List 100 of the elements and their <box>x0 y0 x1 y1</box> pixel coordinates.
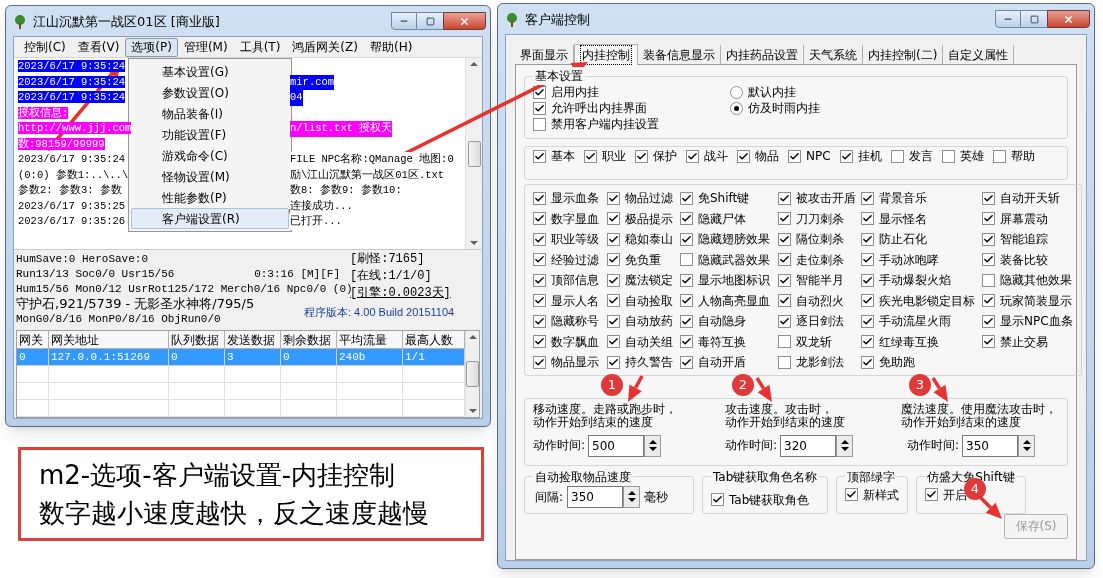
checkbox[interactable] <box>533 212 546 226</box>
checkbox[interactable] <box>533 149 546 163</box>
checkbox[interactable] <box>607 232 620 246</box>
menu-item[interactable]: 鸿盾网关(Z) <box>286 37 364 57</box>
column-header[interactable]: 剩余数据 <box>281 331 337 348</box>
checkbox[interactable] <box>533 253 546 267</box>
checkbox[interactable] <box>737 149 750 163</box>
status-link[interactable]: [引擎:0.0023天] <box>350 286 451 300</box>
checkbox[interactable] <box>680 191 693 205</box>
checkbox[interactable] <box>861 335 874 349</box>
menu-item[interactable]: 管理(M) <box>177 37 234 57</box>
checkbox[interactable] <box>778 232 791 246</box>
close-button[interactable] <box>1047 10 1090 28</box>
checkbox[interactable] <box>992 149 1006 163</box>
column-header[interactable]: 队列数据 <box>169 331 225 348</box>
number-field[interactable]: 500 <box>588 434 645 457</box>
menu-item[interactable]: 选项(P) <box>125 37 178 57</box>
number-field[interactable]: 350 <box>567 485 624 508</box>
checkbox[interactable] <box>982 191 995 205</box>
checkbox[interactable] <box>778 314 791 328</box>
checkbox[interactable] <box>680 212 693 226</box>
checkbox[interactable] <box>941 149 955 163</box>
checkbox[interactable] <box>861 253 874 267</box>
checkbox[interactable] <box>533 191 546 205</box>
checkbox[interactable] <box>680 314 693 328</box>
spinner-button[interactable] <box>1018 434 1036 457</box>
scrollbar[interactable] <box>465 58 482 249</box>
checkbox[interactable] <box>533 273 546 287</box>
checkbox[interactable] <box>778 212 791 226</box>
checkbox[interactable] <box>778 273 791 287</box>
scrollbar[interactable] <box>465 331 479 417</box>
checkbox[interactable] <box>533 232 546 246</box>
checkbox[interactable] <box>607 335 620 349</box>
checkbox[interactable] <box>607 294 620 308</box>
checkbox[interactable] <box>778 355 791 369</box>
menu-item[interactable]: 控制(C) <box>18 37 72 57</box>
checkbox[interactable] <box>607 314 620 328</box>
checkbox[interactable] <box>925 488 939 501</box>
checkbox[interactable] <box>711 493 724 506</box>
checkbox[interactable] <box>635 149 648 163</box>
menu-item[interactable]: 帮助(H) <box>363 37 419 57</box>
checkbox[interactable] <box>982 335 995 349</box>
checkbox[interactable] <box>778 335 791 349</box>
minimize-button[interactable] <box>391 12 417 30</box>
checkbox[interactable] <box>607 191 620 205</box>
checkbox[interactable] <box>686 149 699 163</box>
checkbox[interactable] <box>982 212 995 226</box>
checkbox[interactable] <box>861 232 874 246</box>
checkbox[interactable] <box>890 149 904 163</box>
menu-item[interactable]: 工具(T) <box>233 37 287 57</box>
checkbox[interactable] <box>533 118 546 131</box>
menu-item[interactable]: 查看(V) <box>71 37 126 57</box>
number-field[interactable]: 350 <box>962 434 1019 457</box>
checkbox[interactable] <box>680 253 693 267</box>
checkbox[interactable] <box>584 149 597 163</box>
checkbox[interactable] <box>533 294 546 308</box>
maximize-button[interactable] <box>417 12 443 30</box>
column-header[interactable]: 平均流量 <box>337 331 403 348</box>
checkbox[interactable] <box>982 294 995 308</box>
checkbox[interactable] <box>533 102 546 115</box>
checkbox[interactable] <box>680 273 693 287</box>
checkbox[interactable] <box>778 191 791 205</box>
radio-button[interactable] <box>730 86 743 99</box>
checkbox[interactable] <box>778 253 791 267</box>
checkbox[interactable] <box>861 314 874 328</box>
column-header[interactable]: 最高人数 <box>403 331 465 348</box>
checkbox[interactable] <box>680 355 693 369</box>
checkbox[interactable] <box>861 273 874 287</box>
spinner-button[interactable] <box>836 434 854 457</box>
radio-button[interactable] <box>730 102 743 115</box>
checkbox[interactable] <box>680 335 693 349</box>
close-button[interactable] <box>443 12 486 30</box>
checkbox[interactable] <box>680 232 693 246</box>
spinner-button[interactable] <box>623 485 641 508</box>
checkbox[interactable] <box>839 149 853 163</box>
checkbox[interactable] <box>607 253 620 267</box>
column-header[interactable]: 网关地址 <box>49 331 169 348</box>
checkbox[interactable] <box>607 212 620 226</box>
checkbox[interactable] <box>788 149 801 163</box>
checkbox[interactable] <box>982 314 995 328</box>
maximize-button[interactable] <box>1021 10 1047 28</box>
checkbox[interactable] <box>845 488 859 501</box>
checkbox[interactable] <box>861 212 874 226</box>
column-header[interactable]: 发送数据 <box>225 331 281 348</box>
tab[interactable]: 内挂控制 <box>574 44 638 65</box>
number-field[interactable]: 320 <box>780 434 837 457</box>
checkbox[interactable] <box>982 253 995 267</box>
checkbox[interactable] <box>607 273 620 287</box>
spinner-button[interactable] <box>644 434 662 457</box>
checkbox[interactable] <box>533 355 546 369</box>
checkbox[interactable] <box>982 273 995 287</box>
column-header[interactable]: 网关 <box>17 331 49 348</box>
checkbox[interactable] <box>861 355 874 369</box>
checkbox[interactable] <box>861 191 874 205</box>
minimize-button[interactable] <box>995 10 1021 28</box>
checkbox[interactable] <box>680 294 693 308</box>
checkbox[interactable] <box>982 232 995 246</box>
menu-item[interactable]: 客户端设置(R) <box>131 208 289 229</box>
checkbox[interactable] <box>533 335 546 349</box>
checkbox[interactable] <box>607 355 620 369</box>
